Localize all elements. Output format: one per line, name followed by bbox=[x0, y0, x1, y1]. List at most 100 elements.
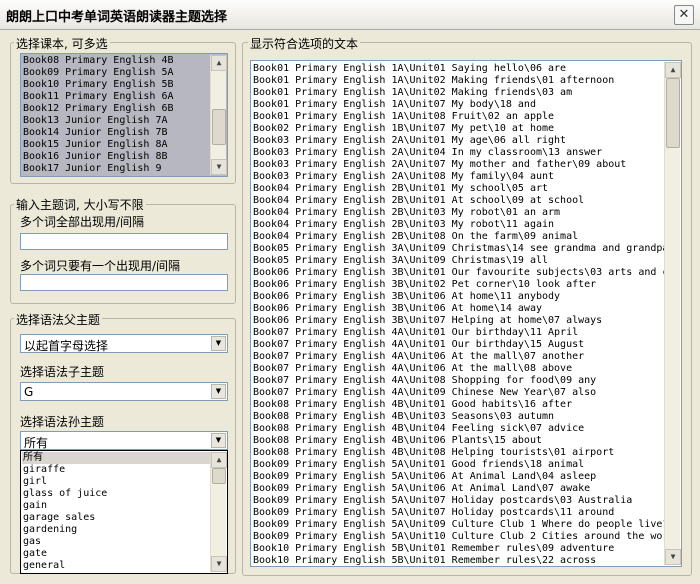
scroll-down-icon[interactable]: ▼ bbox=[665, 549, 681, 565]
result-row[interactable]: Book10 Primary English 5B\Unit01 Remembe… bbox=[253, 543, 664, 555]
books-group-label: 选择课本, 可多选 bbox=[14, 35, 110, 52]
result-row[interactable]: Book06 Primary English 3B\Unit06 At home… bbox=[253, 303, 664, 315]
list-item[interactable]: Book09 Primary English 5A bbox=[22, 67, 210, 79]
result-row[interactable]: Book01 Primary English 1A\Unit08 Fruit\0… bbox=[253, 111, 664, 123]
scroll-up-icon[interactable]: ▲ bbox=[665, 62, 681, 78]
scroll-up-icon[interactable]: ▲ bbox=[211, 55, 227, 71]
result-row[interactable]: Book04 Primary English 2B\Unit01 My scho… bbox=[253, 183, 664, 195]
result-row[interactable]: Book08 Primary English 4B\Unit04 Feeling… bbox=[253, 423, 664, 435]
result-row[interactable]: Book07 Primary English 4A\Unit06 At the … bbox=[253, 351, 664, 363]
result-row[interactable]: Book01 Primary English 1A\Unit02 Making … bbox=[253, 75, 664, 87]
book-listbox[interactable]: Book08 Primary English 4B Book09 Primary … bbox=[20, 53, 228, 177]
all-words-label: 多个词全部出现用/间隔 bbox=[20, 215, 145, 229]
scroll-up-icon[interactable]: ▲ bbox=[211, 452, 227, 468]
results-group-label: 显示符合选项的文本 bbox=[248, 35, 361, 52]
any-word-label: 多个词只要有一个出现用/间隔 bbox=[20, 259, 181, 273]
grammar-child-value: G bbox=[24, 385, 34, 399]
result-row[interactable]: Book04 Primary English 2B\Unit03 My robo… bbox=[253, 207, 664, 219]
list-item[interactable]: Book16 Junior English 8B bbox=[22, 151, 210, 163]
result-row[interactable]: Book07 Primary English 4A\Unit01 Our bir… bbox=[253, 339, 664, 351]
result-items: Book01 Primary English 1A\Unit01 Saying … bbox=[253, 63, 664, 566]
chevron-down-icon[interactable]: ▼ bbox=[211, 336, 226, 351]
keyword-group-label: 输入主题词, 大小写不限 bbox=[14, 196, 146, 213]
dropdown-option[interactable]: gain bbox=[22, 500, 210, 512]
dropdown-option[interactable]: glass of juice bbox=[22, 488, 210, 500]
list-item[interactable]: Book14 Junior English 7B bbox=[22, 127, 210, 139]
result-row[interactable]: Book01 Primary English 1A\Unit01 Saying … bbox=[253, 63, 664, 75]
dropdown-option[interactable]: gardening bbox=[22, 524, 210, 536]
result-row[interactable]: Book09 Primary English 5A\Unit01 Good fr… bbox=[253, 459, 664, 471]
result-row[interactable]: Book03 Primary English 2A\Unit01 My age\… bbox=[253, 135, 664, 147]
result-row[interactable]: Book08 Primary English 4B\Unit08 Helping… bbox=[253, 447, 664, 459]
result-row[interactable]: Book06 Primary English 3B\Unit06 At home… bbox=[253, 291, 664, 303]
result-row[interactable]: Book08 Primary English 4B\Unit06 Plants\… bbox=[253, 435, 664, 447]
close-icon[interactable]: ✕ bbox=[674, 5, 694, 25]
dropdown-option[interactable]: girl bbox=[22, 476, 210, 488]
result-row[interactable]: Book09 Primary English 5A\Unit07 Holiday… bbox=[253, 507, 664, 519]
dropdown-option[interactable]: garage sales bbox=[22, 512, 210, 524]
result-row[interactable]: Book03 Primary English 2A\Unit04 In my c… bbox=[253, 147, 664, 159]
result-row[interactable]: Book07 Primary English 4A\Unit06 At the … bbox=[253, 363, 664, 375]
dropdown-option[interactable]: gas bbox=[22, 536, 210, 548]
result-row[interactable]: Book09 Primary English 5A\Unit10 Culture… bbox=[253, 531, 664, 543]
result-row[interactable]: Book02 Primary English 1B\Unit07 My pet\… bbox=[253, 123, 664, 135]
title-bar: 朗朗上口中考单词英语朗读器主题选择 ✕ bbox=[0, 0, 700, 30]
grammar-child-label: 选择语法子主题 bbox=[20, 365, 105, 379]
dropdown-option[interactable]: gate bbox=[22, 548, 210, 560]
result-row[interactable]: Book01 Primary English 1A\Unit07 My body… bbox=[253, 99, 664, 111]
list-item[interactable]: Book11 Primary English 6A bbox=[22, 91, 210, 103]
result-row[interactable]: Book09 Primary English 5A\Unit06 At Anim… bbox=[253, 471, 664, 483]
grammar-child-combo[interactable]: G ▼ bbox=[20, 382, 228, 401]
result-row[interactable]: Book04 Primary English 2B\Unit08 On the … bbox=[253, 231, 664, 243]
result-row[interactable]: Book05 Primary English 3A\Unit09 Christm… bbox=[253, 255, 664, 267]
any-word-input[interactable] bbox=[20, 274, 228, 291]
scroll-down-icon[interactable]: ▼ bbox=[211, 159, 227, 175]
result-row[interactable]: Book06 Primary English 3B\Unit02 Pet cor… bbox=[253, 279, 664, 291]
grammar-parent-combo[interactable]: 以起首字母选择 ▼ bbox=[20, 334, 228, 353]
result-row[interactable]: Book04 Primary English 2B\Unit03 My robo… bbox=[253, 219, 664, 231]
result-row[interactable]: Book07 Primary English 4A\Unit01 Our bir… bbox=[253, 327, 664, 339]
dropdown-option[interactable]: giraffe bbox=[22, 464, 210, 476]
list-item[interactable]: Book10 Primary English 5B bbox=[22, 79, 210, 91]
result-row[interactable]: Book10 Primary English 5B\Unit01 Remembe… bbox=[253, 555, 664, 566]
list-item[interactable]: Book08 Primary English 4B bbox=[22, 55, 210, 67]
result-row[interactable]: Book09 Primary English 5A\Unit07 Holiday… bbox=[253, 495, 664, 507]
dropdown-option[interactable]: 所有 bbox=[22, 452, 210, 464]
chevron-down-icon[interactable]: ▼ bbox=[211, 384, 226, 399]
result-row[interactable]: Book05 Primary English 3A\Unit09 Christm… bbox=[253, 243, 664, 255]
dropdown-items: 所有 giraffe girl glass of juice gain garage sa… bbox=[22, 452, 210, 572]
book-scrollbar[interactable]: ▲ ▼ bbox=[210, 55, 227, 175]
result-row[interactable]: Book09 Primary English 5A\Unit09 Culture… bbox=[253, 519, 664, 531]
results-scrollbar[interactable]: ▲ ▼ bbox=[664, 62, 681, 565]
scroll-down-icon[interactable]: ▼ bbox=[211, 556, 227, 572]
scroll-thumb[interactable] bbox=[212, 468, 226, 484]
grammar-parent-value: 以起首字母选择 bbox=[24, 339, 109, 353]
list-item[interactable]: Book12 Primary English 6B bbox=[22, 103, 210, 115]
all-words-input[interactable] bbox=[20, 233, 228, 250]
scroll-thumb[interactable] bbox=[212, 109, 226, 145]
grammar-grand-combo[interactable]: 所有 ▼ bbox=[20, 431, 228, 450]
list-item[interactable]: Book17 Junior English 9 bbox=[22, 163, 210, 175]
result-row[interactable]: Book07 Primary English 4A\Unit08 Shoppin… bbox=[253, 375, 664, 387]
result-row[interactable]: Book06 Primary English 3B\Unit07 Helping… bbox=[253, 315, 664, 327]
result-row[interactable]: Book01 Primary English 1A\Unit02 Making … bbox=[253, 87, 664, 99]
dropdown-scrollbar[interactable]: ▲ ▼ bbox=[210, 452, 227, 572]
result-row[interactable]: Book06 Primary English 3B\Unit01 Our fav… bbox=[253, 267, 664, 279]
result-row[interactable]: Book07 Primary English 4A\Unit09 Chinese… bbox=[253, 387, 664, 399]
scroll-thumb[interactable] bbox=[666, 78, 680, 148]
grammar-grand-dropdown[interactable]: 所有 giraffe girl glass of juice gain garage sa… bbox=[20, 450, 228, 574]
grammar-grand-label: 选择语法孙主题 bbox=[20, 415, 105, 429]
book-items: Book08 Primary English 4B Book09 Primary … bbox=[22, 55, 210, 175]
result-row[interactable]: Book03 Primary English 2A\Unit07 My moth… bbox=[253, 159, 664, 171]
result-row[interactable]: Book04 Primary English 2B\Unit01 At scho… bbox=[253, 195, 664, 207]
result-row[interactable]: Book09 Primary English 5A\Unit06 At Anim… bbox=[253, 483, 664, 495]
dropdown-option[interactable]: general bbox=[22, 560, 210, 572]
list-item[interactable]: Book15 Junior English 8A bbox=[22, 139, 210, 151]
chevron-down-icon[interactable]: ▼ bbox=[211, 433, 226, 448]
grammar-grand-value: 所有 bbox=[24, 436, 49, 450]
result-row[interactable]: Book08 Primary English 4B\Unit03 Seasons… bbox=[253, 411, 664, 423]
list-item[interactable]: Book13 Junior English 7A bbox=[22, 115, 210, 127]
results-listbox[interactable]: Book01 Primary English 1A\Unit01 Saying … bbox=[250, 60, 682, 567]
result-row[interactable]: Book03 Primary English 2A\Unit08 My fami… bbox=[253, 171, 664, 183]
result-row[interactable]: Book08 Primary English 4B\Unit01 Good ha… bbox=[253, 399, 664, 411]
